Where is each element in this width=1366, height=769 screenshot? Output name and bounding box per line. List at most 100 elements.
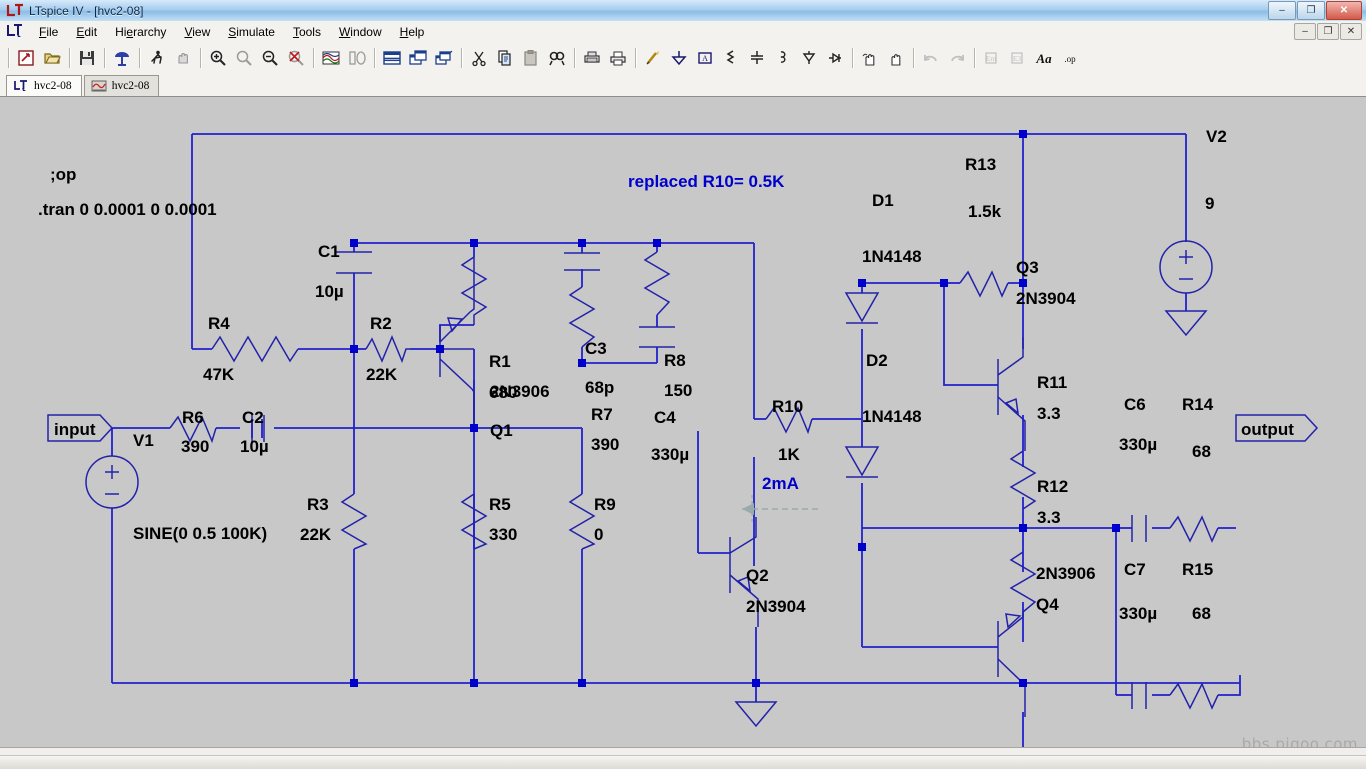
- toolbar: A Em E3 Aa .op: [0, 42, 1366, 74]
- comment-replaced-r10[interactable]: replaced R10= 0.5K: [628, 172, 785, 191]
- resistor-R3[interactable]: R3 22K: [300, 493, 368, 550]
- new-schematic-icon[interactable]: [14, 46, 38, 70]
- resistor-R5[interactable]: R5 330: [460, 493, 517, 550]
- move-icon[interactable]: [858, 46, 882, 70]
- input-port[interactable]: input: [47, 414, 114, 442]
- Q4-ref: Q4: [1036, 595, 1059, 614]
- view-waveform-icon[interactable]: [319, 46, 343, 70]
- window-controls[interactable]: – ❐ ✕: [1268, 1, 1362, 20]
- zoom-full-extents-icon[interactable]: [284, 46, 308, 70]
- transistor-Q1[interactable]: Q1 2N3906: [439, 257, 550, 440]
- control-panel-icon[interactable]: [110, 46, 134, 70]
- draw-wire-icon[interactable]: [641, 46, 665, 70]
- resistor-R9[interactable]: R9 0: [568, 493, 616, 550]
- place-diode-icon[interactable]: [797, 46, 821, 70]
- diode-D2[interactable]: D2 1N4148: [844, 351, 922, 478]
- zoom-out-icon[interactable]: [258, 46, 282, 70]
- run-icon[interactable]: [145, 46, 169, 70]
- view-spice-netlist-icon[interactable]: [345, 46, 369, 70]
- menu-simulate[interactable]: Simulate: [219, 23, 284, 41]
- place-ground-icon[interactable]: [667, 46, 691, 70]
- resistor-R12[interactable]: R12 3.3: [1009, 477, 1068, 613]
- resistor-R8[interactable]: R8 150: [643, 251, 692, 400]
- R14-value: 68: [1192, 442, 1211, 461]
- schematic-canvas[interactable]: .w { stroke:#2222cc; stroke-width:1.8; f…: [0, 97, 1366, 747]
- place-resistor-icon[interactable]: [719, 46, 743, 70]
- resistor-R14[interactable]: R14 68: [1169, 395, 1219, 543]
- paste-icon[interactable]: [519, 46, 543, 70]
- spice-directive-icon[interactable]: .op: [1058, 46, 1082, 70]
- close-button[interactable]: ✕: [1326, 1, 1362, 20]
- resistor-R6[interactable]: R6 390: [169, 408, 217, 456]
- mdi-close-button[interactable]: ✕: [1340, 23, 1362, 40]
- restore-button[interactable]: ❐: [1297, 1, 1325, 20]
- mirror-icon[interactable]: E3: [1006, 46, 1030, 70]
- split-horizontal-icon[interactable]: [380, 46, 404, 70]
- toolbar-separator: [635, 47, 636, 68]
- place-label-net-icon[interactable]: A: [693, 46, 717, 70]
- capacitor-C1[interactable]: C1 10µ: [315, 242, 372, 301]
- rotate-icon[interactable]: Em: [980, 46, 1004, 70]
- save-icon[interactable]: [75, 46, 99, 70]
- tab-schematic-hvc2-08[interactable]: hvc2-08: [6, 75, 82, 96]
- capacitor-C2[interactable]: C2 10µ: [240, 408, 269, 456]
- transistor-Q2[interactable]: Q2 2N3904: [729, 517, 806, 627]
- place-inductor-icon[interactable]: [771, 46, 795, 70]
- drag-icon[interactable]: [884, 46, 908, 70]
- Q1-ref: Q1: [490, 421, 513, 440]
- halt-icon[interactable]: [171, 46, 195, 70]
- resistor-R2[interactable]: R2 22K: [365, 314, 410, 384]
- mdi-restore-button[interactable]: ❐: [1317, 23, 1339, 40]
- mdi-minimize-button[interactable]: –: [1294, 23, 1316, 40]
- cascade-windows-icon[interactable]: [432, 46, 456, 70]
- place-text-icon[interactable]: Aa: [1032, 46, 1056, 70]
- zoom-area-icon[interactable]: [232, 46, 256, 70]
- node-dot: [1019, 279, 1027, 287]
- resistor-R1[interactable]: R1 680: [460, 256, 517, 402]
- output-port[interactable]: output: [1235, 414, 1319, 442]
- directive-op[interactable]: ;op: [50, 165, 76, 184]
- R11-ref: R11: [1037, 373, 1067, 392]
- menu-edit[interactable]: Edit: [67, 23, 106, 41]
- undo-icon[interactable]: [919, 46, 943, 70]
- menu-file[interactable]: FFileile: [30, 23, 67, 41]
- zoom-in-icon[interactable]: [206, 46, 230, 70]
- tile-windows-icon[interactable]: [406, 46, 430, 70]
- resistor-R7[interactable]: R7 390: [568, 286, 619, 454]
- cut-icon[interactable]: [467, 46, 491, 70]
- C7-value: 330µ: [1119, 604, 1157, 623]
- menu-help[interactable]: Help: [391, 23, 434, 41]
- resistor-R15[interactable]: R15 68: [1169, 560, 1219, 710]
- source-V2[interactable]: V2 9: [1159, 127, 1227, 337]
- redo-icon[interactable]: [945, 46, 969, 70]
- capacitor-C7[interactable]: C7 330µ: [1119, 560, 1157, 709]
- print-icon[interactable]: [606, 46, 630, 70]
- resistor-R13[interactable]: R13 1.5k: [959, 155, 1009, 298]
- capacitor-C6[interactable]: C6 330µ: [1119, 395, 1157, 542]
- capacitor-C3[interactable]: C3 68p: [564, 252, 614, 397]
- schematic-svg[interactable]: .w { stroke:#2222cc; stroke-width:1.8; f…: [0, 97, 1366, 747]
- directive-tran[interactable]: .tran 0 0.0001 0 0.0001: [38, 200, 217, 219]
- place-capacitor-icon[interactable]: [745, 46, 769, 70]
- menu-view[interactable]: View: [175, 23, 219, 41]
- mdi-window-controls[interactable]: – ❐ ✕: [1294, 23, 1362, 40]
- place-component-icon[interactable]: [823, 46, 847, 70]
- R2-value: 22K: [366, 365, 398, 384]
- menu-tools[interactable]: Tools: [284, 23, 330, 41]
- R9-ref: R9: [594, 495, 616, 514]
- resistor-R10[interactable]: R10 1K: [765, 397, 813, 464]
- copy-icon[interactable]: [493, 46, 517, 70]
- node-dot: [752, 679, 760, 687]
- R8-ref: R8: [664, 351, 686, 370]
- print-preview-icon[interactable]: [580, 46, 604, 70]
- resistor-R4[interactable]: R4 47K: [203, 314, 299, 384]
- diode-D1[interactable]: D1 1N4148: [844, 191, 922, 324]
- tab-waveform-hvc2-08[interactable]: hvc2-08: [83, 75, 160, 96]
- open-folder-icon[interactable]: [40, 46, 64, 70]
- find-icon[interactable]: [545, 46, 569, 70]
- menu-window[interactable]: Window: [330, 23, 391, 41]
- menu-hierarchy[interactable]: Hierarchy: [106, 23, 175, 41]
- C7-ref: C7: [1124, 560, 1146, 579]
- input-port-label: input: [54, 420, 96, 439]
- minimize-button[interactable]: –: [1268, 1, 1296, 20]
